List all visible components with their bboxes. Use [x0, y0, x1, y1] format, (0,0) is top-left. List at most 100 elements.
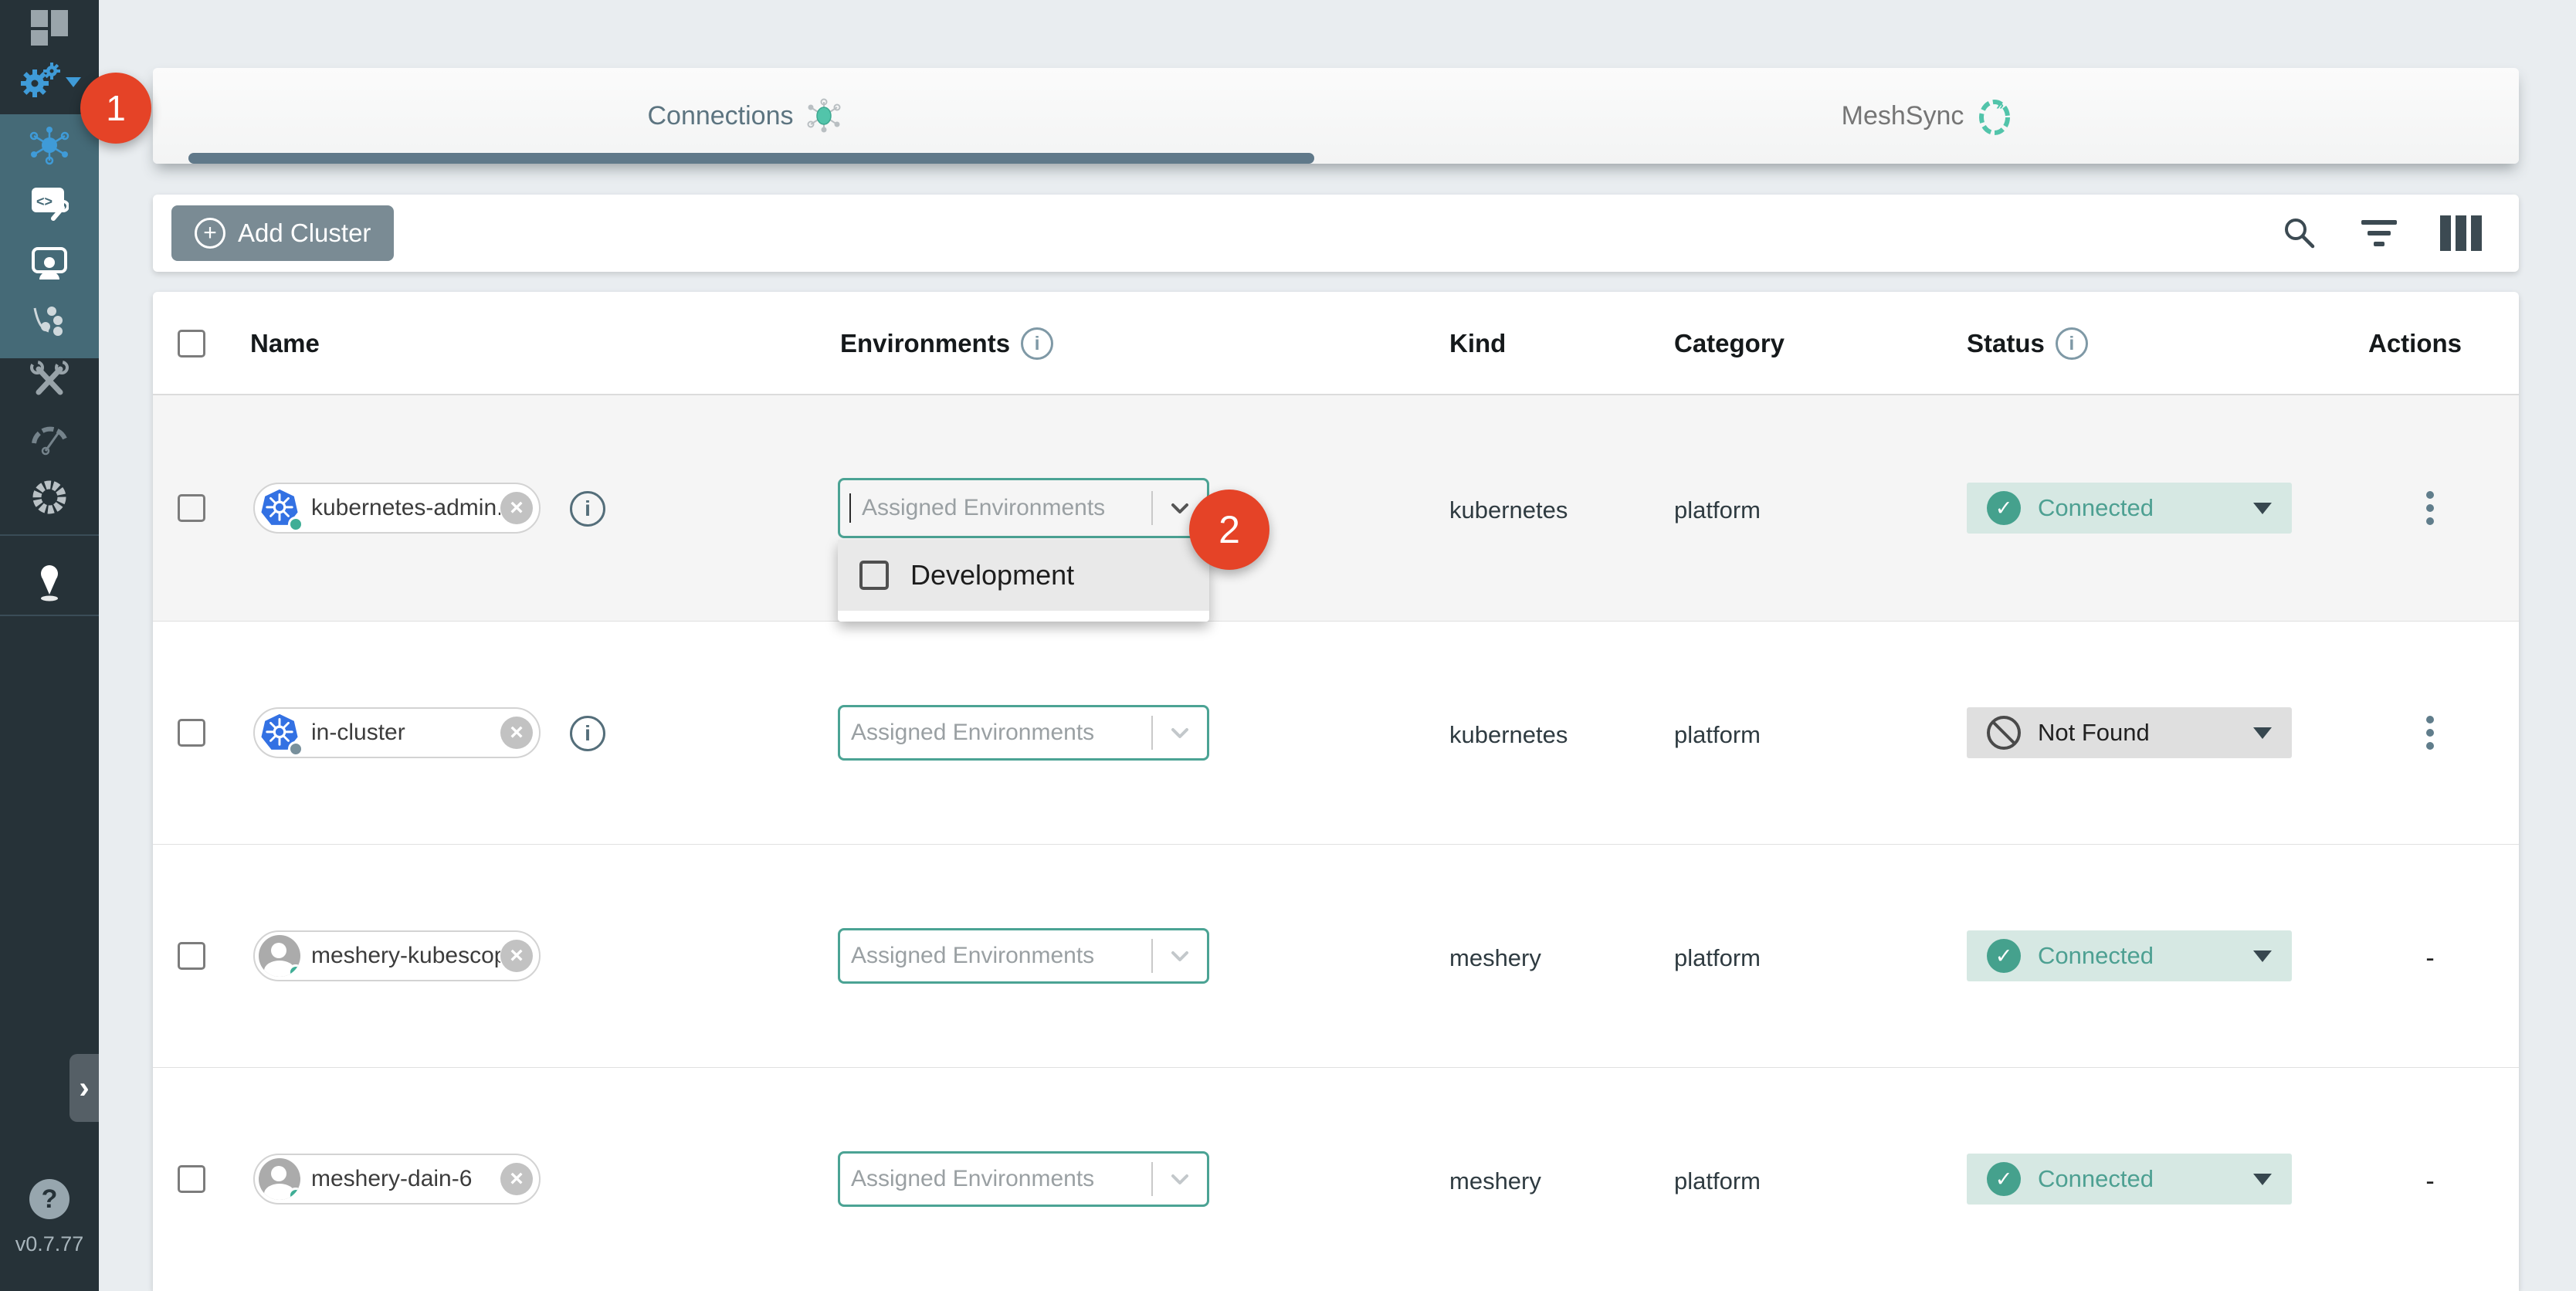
table-toolbar: + Add Cluster — [153, 195, 2519, 272]
view-columns-icon[interactable] — [2440, 215, 2482, 251]
category-cell: platform — [1674, 496, 1761, 524]
active-tab-indicator[interactable] — [188, 153, 1314, 164]
dashboard-grid-icon — [29, 8, 69, 47]
sidebar-item-dashboard[interactable] — [0, 3, 99, 53]
close-icon[interactable]: × — [500, 492, 533, 524]
table-row: meshery-kubescop... × Assigned Environme… — [153, 845, 2519, 1068]
connection-name-chip[interactable]: in-cluster × — [253, 707, 541, 758]
sidebar-expand-button[interactable]: › — [69, 1054, 99, 1122]
actions-empty: - — [2415, 1167, 2446, 1197]
sidebar-item-kanvas[interactable] — [0, 296, 99, 346]
close-icon[interactable]: × — [500, 717, 533, 749]
select-divider — [1151, 716, 1153, 750]
sidebar-item-meshsync[interactable] — [0, 473, 99, 522]
connection-name: meshery-kubescop... — [300, 943, 500, 969]
select-divider — [1151, 939, 1153, 973]
add-cluster-button[interactable]: + Add Cluster — [171, 205, 394, 261]
environments-select[interactable]: Assigned Environments — [838, 1151, 1209, 1207]
row-checkbox[interactable] — [178, 1165, 205, 1193]
sidebar-divider — [0, 534, 99, 536]
chevron-down-icon[interactable] — [1170, 946, 1190, 966]
check-circle-icon: ✓ — [1987, 1162, 2021, 1196]
connection-name-chip[interactable]: meshery-kubescop... × — [253, 930, 541, 981]
filter-icon[interactable] — [2361, 220, 2397, 246]
actions-menu-icon[interactable] — [2415, 707, 2446, 758]
meshsync-snapshot-icon — [29, 477, 69, 517]
help-button[interactable]: ? — [29, 1179, 69, 1219]
kind-cell: meshery — [1449, 944, 1541, 972]
sidebar: <> — [0, 0, 99, 1291]
row-checkbox[interactable] — [178, 942, 205, 970]
caret-down-icon — [2253, 727, 2272, 739]
sidebar-item-connections[interactable] — [0, 120, 99, 170]
environment-option-development[interactable]: Development — [838, 540, 1209, 611]
info-icon[interactable]: i — [570, 491, 605, 527]
chevron-down-icon — [66, 77, 81, 87]
status-chip[interactable]: ✓ Connected — [1967, 930, 2292, 981]
status-chip[interactable]: ✓ Connected — [1967, 1154, 2292, 1205]
sidebar-item-performance[interactable] — [0, 412, 99, 462]
actions-menu-icon[interactable] — [2415, 483, 2446, 534]
header-actions: Actions — [2368, 292, 2462, 395]
meshsync-tab-icon: » — [1976, 96, 2013, 136]
environments-placeholder: Assigned Environments — [851, 943, 1151, 969]
info-icon[interactable]: i — [1021, 327, 1053, 360]
kind-cell: kubernetes — [1449, 721, 1568, 749]
table-header: Name Environments i Kind Category Status… — [153, 292, 2519, 395]
status-chip[interactable]: Not Found — [1967, 707, 2292, 758]
chevron-down-icon[interactable] — [1170, 723, 1190, 743]
connection-name-chip[interactable]: meshery-dain-6 × — [253, 1154, 541, 1205]
header-category[interactable]: Category — [1674, 292, 1785, 395]
kanvas-graph-icon — [30, 302, 69, 341]
select-divider — [1151, 1162, 1153, 1196]
status-dot — [288, 964, 300, 977]
environments-select[interactable]: Assigned Environments — [838, 928, 1209, 984]
category-cell: platform — [1674, 721, 1761, 749]
row-checkbox[interactable] — [178, 494, 205, 522]
sidebar-item-registry[interactable] — [0, 557, 99, 607]
kind-cell: kubernetes — [1449, 496, 1568, 524]
gauge-icon — [29, 418, 69, 456]
status-dot — [288, 741, 303, 757]
header-name[interactable]: Name — [250, 292, 320, 395]
category-cell: platform — [1674, 1167, 1761, 1195]
connection-name-chip[interactable]: kubernetes-admin... × — [253, 483, 541, 534]
header-environments[interactable]: Environments i — [840, 292, 1053, 395]
row-checkbox[interactable] — [178, 719, 205, 747]
chevron-right-icon: › — [79, 1071, 89, 1106]
sidebar-item-toolkit[interactable] — [0, 355, 99, 405]
status-dot — [288, 517, 303, 532]
select-divider — [1151, 491, 1153, 525]
status-chip[interactable]: ✓ Connected — [1967, 483, 2292, 534]
header-kind[interactable]: Kind — [1449, 292, 1506, 395]
info-icon[interactable]: i — [570, 716, 605, 751]
table-row: kubernetes-admin... × i Assigned Environ… — [153, 395, 2519, 622]
kind-cell: meshery — [1449, 1167, 1541, 1195]
chevron-down-icon[interactable] — [1170, 498, 1190, 518]
sidebar-item-configuration[interactable]: <> — [0, 179, 99, 229]
tab-meshsync[interactable]: MeshSync » — [1336, 68, 2519, 164]
table-row: in-cluster × i Assigned Environments kub… — [153, 622, 2519, 845]
check-circle-icon: ✓ — [1987, 491, 2021, 525]
chevron-down-icon[interactable] — [1170, 1169, 1190, 1189]
close-icon[interactable]: × — [500, 1163, 533, 1195]
status-dot — [288, 1188, 300, 1200]
info-icon[interactable]: i — [2056, 327, 2088, 360]
environments-select[interactable]: Assigned Environments — [838, 705, 1209, 761]
search-icon[interactable] — [2281, 215, 2318, 252]
connection-name: meshery-dain-6 — [300, 1166, 500, 1192]
header-status[interactable]: Status i — [1967, 292, 2088, 395]
sidebar-item-profile[interactable] — [0, 238, 99, 287]
sidebar-active-group: <> — [0, 114, 99, 358]
environments-dropdown-menu: Development — [838, 540, 1209, 622]
tab-connections[interactable]: Connections — [153, 68, 1336, 164]
close-icon[interactable]: × — [500, 940, 533, 972]
text-cursor — [849, 493, 851, 523]
tab-bar: Connections MeshSync » — [153, 68, 2519, 164]
environments-placeholder: Assigned Environments — [851, 720, 1151, 746]
svg-text:<>: <> — [36, 194, 53, 209]
connections-tab-icon — [806, 98, 842, 134]
option-checkbox[interactable] — [859, 561, 889, 590]
select-all-checkbox[interactable] — [178, 330, 205, 357]
environments-select[interactable]: Assigned Environments — [838, 478, 1209, 538]
